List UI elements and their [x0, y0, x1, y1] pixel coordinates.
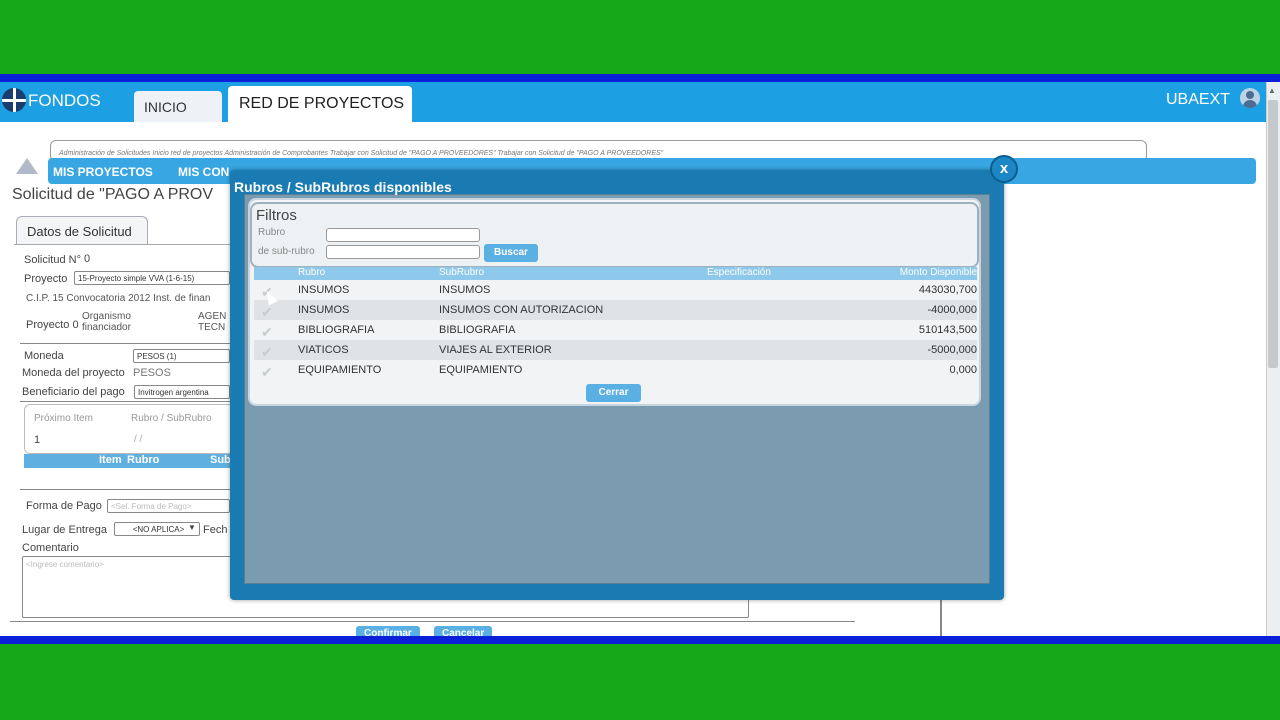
grid-header-rubro: Rubro	[127, 454, 160, 466]
filtros-title: Filtros	[256, 207, 297, 224]
col-rubro[interactable]: Rubro	[298, 267, 325, 278]
menu-mis-proyectos[interactable]: MIS PROYECTOS	[53, 165, 153, 179]
tab-inicio[interactable]: INICIO	[134, 91, 222, 122]
row-subrubro: EQUIPAMIENTO	[439, 364, 523, 376]
row-monto: 443030,700	[918, 284, 977, 296]
solicitud-label: Solicitud N°	[24, 254, 81, 266]
row-monto: -4000,000	[927, 304, 977, 316]
rubro-subrubro-label: Rubro / SubRubro	[131, 413, 212, 424]
results-table-header: Rubro SubRubro Especificación Monto Disp…	[254, 267, 977, 280]
scroll-up-arrow-icon[interactable]: ▲	[1268, 86, 1276, 95]
moneda-proyecto-value: PESOS	[133, 367, 171, 379]
col-monto-disponible[interactable]: Monto Disponible	[900, 267, 977, 278]
rubro-filter-input[interactable]	[326, 228, 480, 242]
tab-datos-de-solicitud[interactable]: Datos de Solicitud	[16, 216, 148, 244]
confirmar-button[interactable]: Confirmar	[356, 626, 420, 636]
bottom-border	[0, 636, 1280, 644]
beneficiario-select[interactable]: Invitrogen argentina	[134, 385, 230, 399]
scrollbar-thumb[interactable]	[1268, 100, 1278, 368]
row-rubro: BIBLIOGRAFIA	[298, 324, 375, 336]
row-rubro: VIATICOS	[298, 344, 349, 356]
brand-title[interactable]: FONDOS	[28, 91, 101, 111]
solicitud-value: 0	[84, 253, 91, 265]
forma-pago-select[interactable]: <Sel. Forma de Pago>	[107, 499, 230, 513]
rubro-filter-label: Rubro	[258, 227, 286, 238]
forma-pago-label: Forma de Pago	[26, 500, 102, 512]
table-row[interactable]: ✔ INSUMOS INSUMOS 443030,700	[254, 280, 977, 300]
menu-mis-con[interactable]: MIS CON	[178, 165, 229, 179]
row-monto: -5000,000	[927, 344, 977, 356]
fecha-label: Fech	[203, 524, 228, 536]
comentario-label: Comentario	[22, 542, 79, 554]
divider-2	[20, 401, 230, 402]
row-subrubro: BIBLIOGRAFIA	[439, 324, 516, 336]
row-subrubro: VIAJES AL EXTERIOR	[439, 344, 552, 356]
table-row[interactable]: ✔ VIATICOS VIAJES AL EXTERIOR -5000,000	[254, 340, 977, 360]
modal-title: Rubros / SubRubros disponibles	[234, 179, 452, 195]
proyecto-zero-label: Proyecto 0	[26, 319, 79, 331]
table-row[interactable]: ✔ BIBLIOGRAFIA BIBLIOGRAFIA 510143,500	[254, 320, 977, 340]
proyecto-label: Proyecto	[24, 273, 68, 285]
col-especificacion[interactable]: Especificación	[707, 267, 771, 278]
organismo-label: Organismo financiador	[82, 311, 131, 333]
tab-red-de-proyectos[interactable]: RED DE PROYECTOS	[228, 86, 412, 122]
row-subrubro: INSUMOS CON AUTORIZACION	[439, 304, 604, 316]
organismo-value: AGEN TECN	[198, 311, 227, 333]
buscar-button[interactable]: Buscar	[484, 244, 538, 262]
vertical-divider	[940, 600, 942, 636]
home-arrow-icon[interactable]	[16, 158, 38, 174]
user-name[interactable]: UBAEXT	[1166, 91, 1230, 109]
proximo-item-label: Próximo Item	[34, 413, 93, 424]
moneda-select[interactable]: PESOS (1)	[133, 349, 230, 363]
row-monto: 0,000	[949, 364, 977, 376]
cip-text: C.I.P. 15 Convocatoria 2012 Inst. de fin…	[26, 293, 211, 304]
select-check-icon[interactable]: ✔	[261, 364, 273, 381]
select-check-icon[interactable]: ✔	[261, 304, 273, 321]
proyecto-select[interactable]: 15-Proyecto simple VVA (1-6-15)	[74, 271, 230, 285]
divider-3	[20, 489, 230, 490]
subrubro-filter-label: de sub-rubro	[258, 246, 315, 257]
row-rubro: EQUIPAMIENTO	[298, 364, 382, 376]
top-border	[0, 74, 1280, 82]
col-subrubro[interactable]: SubRubro	[439, 267, 484, 278]
grid-header-sub: Sub	[210, 454, 231, 466]
table-row[interactable]: ✔ EQUIPAMIENTO EQUIPAMIENTO 0,000	[254, 360, 977, 380]
select-check-icon[interactable]: ✔	[261, 324, 273, 341]
tab-underline	[14, 244, 230, 245]
page-title: Solicitud de "PAGO A PROV	[12, 186, 214, 203]
divider-4	[10, 621, 855, 622]
grid-header-item: Item	[99, 454, 122, 466]
subrubro-filter-input[interactable]	[326, 245, 480, 259]
cerrar-button[interactable]: Cerrar	[586, 384, 641, 402]
user-avatar-icon[interactable]	[1240, 88, 1260, 108]
moneda-label: Moneda	[24, 350, 64, 362]
row-subrubro: INSUMOS	[439, 284, 491, 296]
beneficiario-label: Beneficiario del pago	[22, 386, 125, 398]
row-rubro: INSUMOS	[298, 284, 350, 296]
top-navigation: FONDOS INICIO RED DE PROYECTOS UBAEXT	[0, 82, 1266, 122]
cancelar-button[interactable]: Cancelar	[434, 626, 493, 636]
select-check-icon[interactable]: ✔	[261, 344, 273, 361]
table-row[interactable]: ✔ INSUMOS INSUMOS CON AUTORIZACION -4000…	[254, 300, 977, 320]
item-grid-box	[24, 404, 234, 454]
lugar-entrega-dropdown-icon[interactable]: ▼	[188, 523, 196, 532]
lugar-entrega-label: Lugar de Entrega	[22, 524, 108, 536]
fondos-logo-icon	[2, 88, 26, 112]
row-monto: 510143,500	[918, 324, 977, 336]
divider-1	[20, 343, 230, 344]
app-window: FONDOS INICIO RED DE PROYECTOS UBAEXT ▲ …	[0, 82, 1280, 636]
row-rubro: INSUMOS	[298, 304, 350, 316]
moneda-proyecto-label: Moneda del proyecto	[22, 367, 125, 379]
proximo-item-value: 1	[34, 434, 41, 446]
modal-close-button[interactable]: x	[990, 155, 1018, 183]
rubro-subrubro-value: / /	[134, 434, 143, 445]
item-grid-header: Item Rubro Sub	[24, 454, 234, 468]
